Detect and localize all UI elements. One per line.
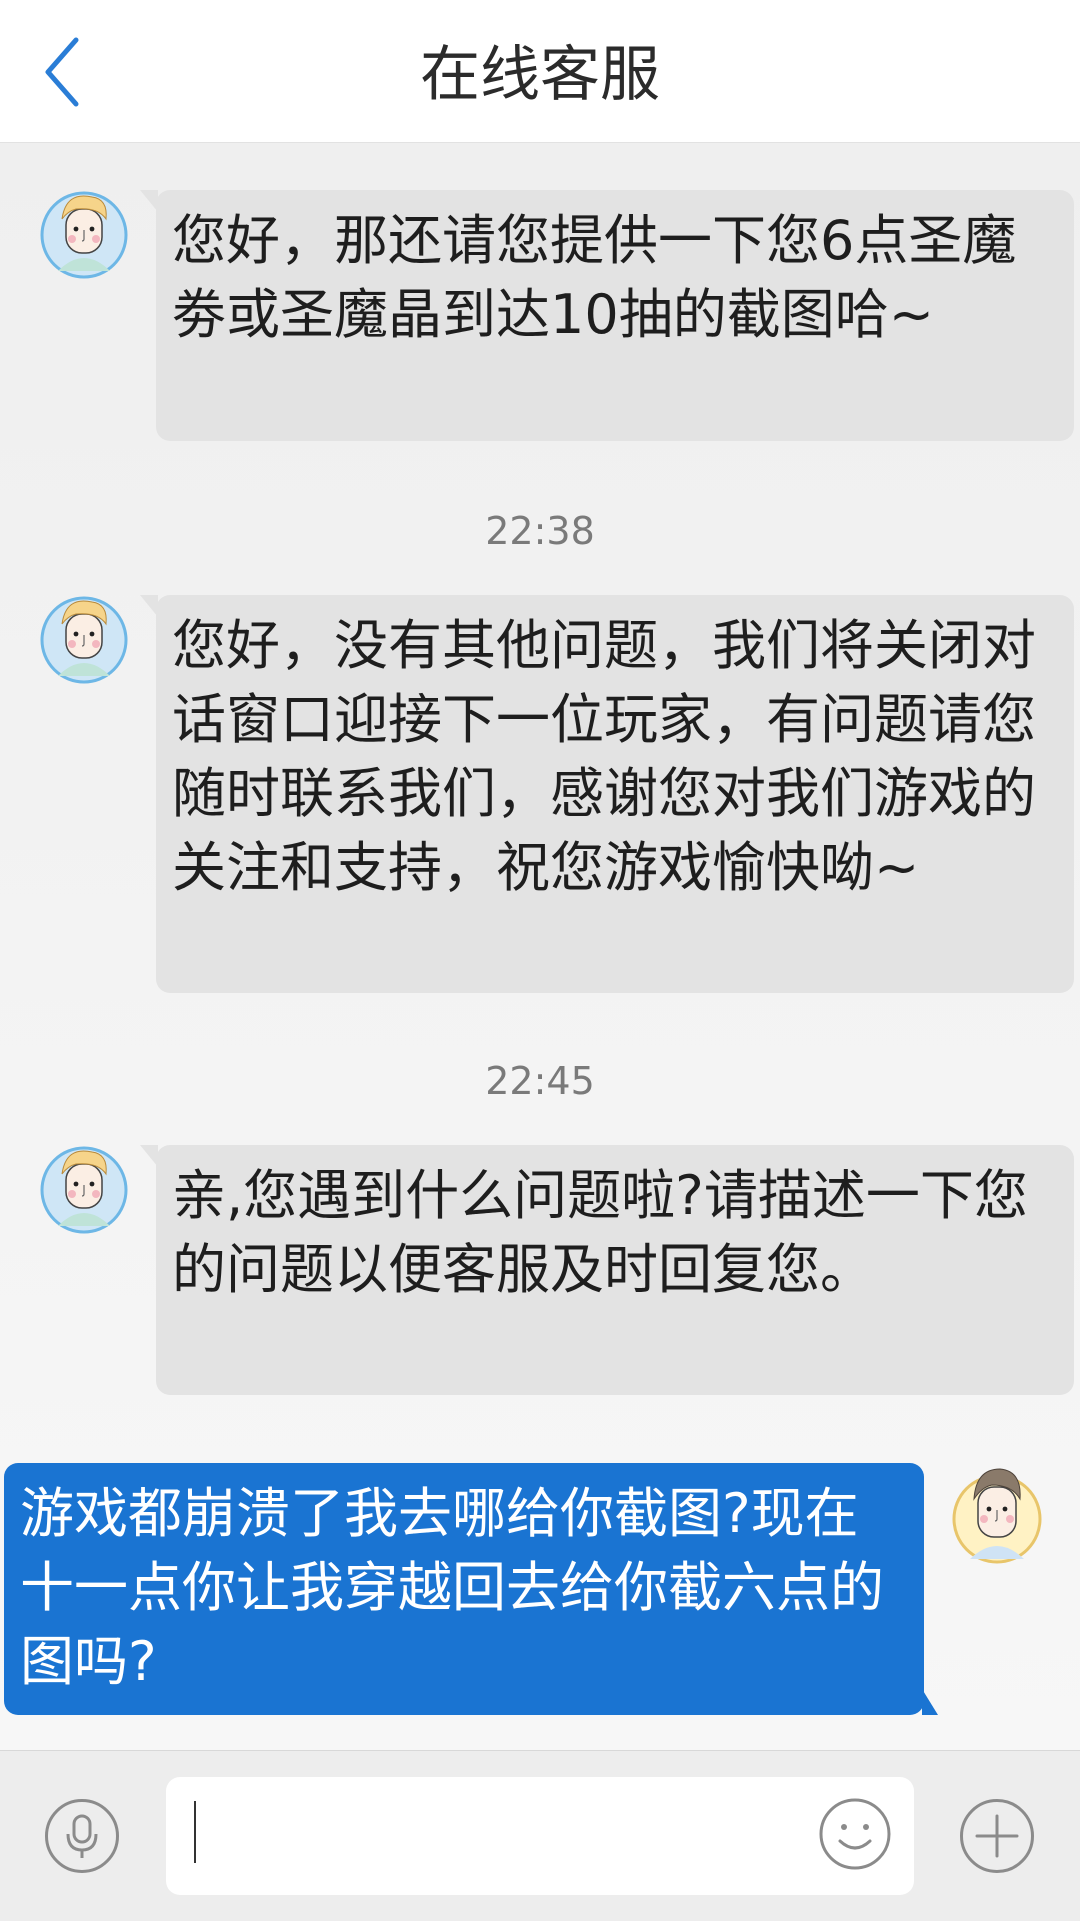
- agent-avatar: [36, 183, 132, 279]
- plus-icon: [975, 1814, 1019, 1858]
- agent-message-bubble: 亲,您遇到什么问题啦?请描述一下您的问题以便客服及时回复您。: [140, 1145, 1074, 1395]
- emoji-button[interactable]: [818, 1797, 892, 1871]
- user-message-bubble: 游戏都崩溃了我去哪给你截图?现在十一点你让我穿越回去给你截六点的图吗?: [4, 1463, 938, 1715]
- agent-message-bubble: 您好，那还请您提供一下您6点圣魔劵或圣魔晶到达10抽的截图哈~: [140, 190, 1074, 441]
- message-text: 您好，那还请您提供一下您6点圣魔劵或圣魔晶到达10抽的截图哈~: [172, 209, 1017, 346]
- agent-avatar: [36, 588, 132, 684]
- user-avatar: [950, 1459, 1044, 1565]
- page-title: 在线客服: [420, 40, 660, 110]
- agent-avatar: [36, 1138, 132, 1234]
- timestamp: 22:38: [485, 509, 595, 553]
- microphone-icon: [66, 1814, 98, 1858]
- smiley-icon: [819, 1798, 891, 1870]
- agent-message-bubble: 您好，没有其他问题，我们将关闭对话窗口迎接下一位玩家，有问题请您随时联系我们，感…: [140, 595, 1074, 993]
- text-caret: [194, 1801, 196, 1863]
- message-input-field[interactable]: [166, 1777, 914, 1895]
- voice-button[interactable]: [45, 1799, 119, 1873]
- more-button[interactable]: [960, 1799, 1034, 1873]
- message-text: 亲,您遇到什么问题啦?请描述一下您的问题以便客服及时回复您。: [172, 1164, 1028, 1301]
- message-text: 您好，没有其他问题，我们将关闭对话窗口迎接下一位玩家，有问题请您随时联系我们，感…: [172, 614, 1036, 899]
- top-bar: 在线客服: [0, 0, 1080, 143]
- input-bar: [0, 1750, 1080, 1921]
- message-input[interactable]: [202, 1795, 766, 1877]
- chat-area[interactable]: 您好，那还请您提供一下您6点圣魔劵或圣魔晶到达10抽的截图哈~ 22:38 您好…: [0, 143, 1080, 1750]
- timestamp: 22:45: [485, 1059, 595, 1103]
- message-text: 游戏都崩溃了我去哪给你截图?现在十一点你让我穿越回去给你截六点的图吗?: [20, 1482, 884, 1693]
